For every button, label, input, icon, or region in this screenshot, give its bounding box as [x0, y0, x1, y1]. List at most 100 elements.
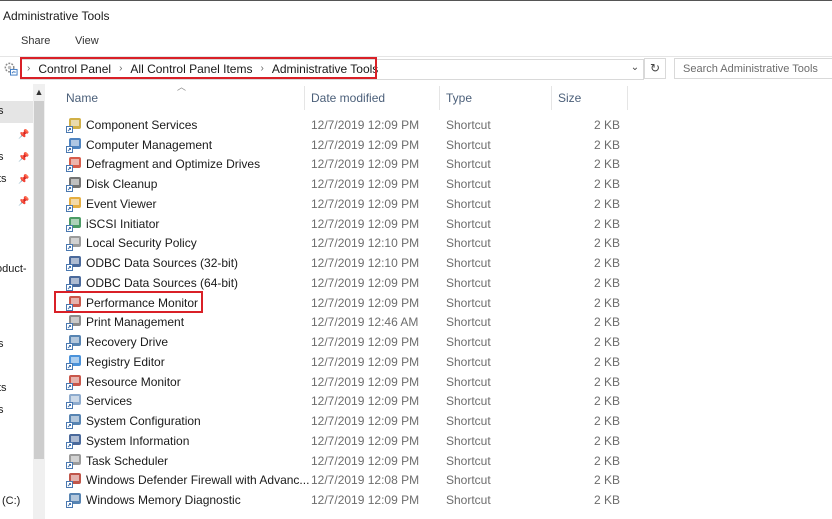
file-date-modified: 12/7/2019 12:09 PM [311, 157, 420, 172]
scroll-thumb[interactable] [34, 101, 44, 459]
breadcrumb-separator-icon[interactable]: › [260, 63, 263, 74]
file-name[interactable]: ODBC Data Sources (64-bit) [86, 276, 326, 290]
file-name[interactable]: Windows Memory Diagnostic [86, 493, 326, 507]
column-header-date-modified[interactable]: Date modified [311, 86, 385, 110]
nav-item[interactable]: s [0, 338, 4, 350]
file-row[interactable]: ODBC Data Sources (32-bit) 12/7/2019 12:1… [62, 253, 632, 273]
file-row[interactable]: Recovery Drive 12/7/2019 12:09 PM Shortcut… [62, 332, 632, 352]
file-type: Shortcut [446, 394, 491, 409]
file-size: 2 KB [593, 453, 620, 468]
ribbon: Share View [0, 33, 832, 53]
file-row[interactable]: Services 12/7/2019 12:09 PM Shortcut 2 KB [62, 392, 632, 412]
file-size: 2 KB [593, 394, 620, 409]
breadcrumb-all-control-panel-items[interactable]: All Control Panel Items [130, 62, 252, 76]
file-row[interactable]: Registry Editor 12/7/2019 12:09 PM Shortcu… [62, 352, 632, 372]
file-type: Shortcut [446, 137, 491, 152]
file-size: 2 KB [593, 275, 620, 290]
file-name[interactable]: Performance Monitor [86, 296, 326, 310]
file-date-modified: 12/7/2019 12:46 AM [311, 315, 419, 330]
file-size: 2 KB [593, 335, 620, 350]
file-row[interactable]: iSCSI Initiator 12/7/2019 12:09 PM Shortcu… [62, 214, 632, 234]
pin-icon: 📌 [18, 129, 30, 139]
component-services-icon [66, 117, 82, 133]
breadcrumb-separator-icon[interactable]: › [119, 63, 122, 74]
file-name[interactable]: Resource Monitor [86, 375, 326, 389]
file-name[interactable]: Windows Defender Firewall with Advanc... [86, 473, 326, 487]
file-name[interactable]: Disk Cleanup [86, 177, 326, 191]
window-title: Administrative Tools [3, 9, 110, 23]
pin-icon: 📌 [18, 152, 30, 162]
file-row[interactable]: System Information 12/7/2019 12:09 PM Shor… [62, 431, 632, 451]
file-name[interactable]: Task Scheduler [86, 454, 326, 468]
column-divider[interactable] [439, 86, 440, 110]
ribbon-tab-view[interactable]: View [75, 35, 99, 47]
file-type: Shortcut [446, 315, 491, 330]
file-row[interactable]: Disk Cleanup 12/7/2019 12:09 PM Shortcut 2 … [62, 174, 632, 194]
column-header-size[interactable]: Size [558, 86, 581, 110]
file-name[interactable]: Event Viewer [86, 197, 326, 211]
nav-item[interactable]: s [0, 151, 4, 163]
file-type: Shortcut [446, 473, 491, 488]
refresh-icon[interactable]: ↻ [644, 58, 666, 79]
nav-scrollbar[interactable]: ▲ [33, 84, 45, 519]
file-row[interactable]: Defragment and Optimize Drives 12/7/2019 … [62, 155, 632, 175]
file-name[interactable]: Recovery Drive [86, 335, 326, 349]
nav-item[interactable]: s [0, 404, 4, 416]
sort-ascending-icon: ︿ [177, 82, 187, 92]
nav-item[interactable]: ts [0, 382, 7, 394]
file-name[interactable]: Services [86, 394, 326, 408]
file-date-modified: 12/7/2019 12:09 PM [311, 354, 420, 369]
file-name[interactable]: Defragment and Optimize Drives [86, 157, 326, 171]
column-divider[interactable] [551, 86, 552, 110]
resource-monitor-icon [66, 374, 82, 390]
defragment-icon [66, 156, 82, 173]
file-size: 2 KB [593, 414, 620, 429]
file-row[interactable]: Component Services 12/7/2019 12:09 PM Shor… [62, 115, 632, 135]
file-name[interactable]: Component Services [86, 118, 326, 132]
nav-selected-item[interactable] [0, 101, 33, 123]
file-name[interactable]: Local Security Policy [86, 236, 326, 250]
file-row[interactable]: Local Security Policy 12/7/2019 12:10 PM S… [62, 234, 632, 254]
column-header-name[interactable]: Name [66, 86, 98, 110]
file-row[interactable]: Print Management 12/7/2019 12:46 AM Shortc… [62, 313, 632, 333]
file-row[interactable]: Computer Management 12/7/2019 12:09 PM Sho… [62, 135, 632, 155]
file-type: Shortcut [446, 453, 491, 468]
nav-item-drive-c[interactable]: (C:) [2, 495, 20, 507]
file-row[interactable]: Task Scheduler 12/7/2019 12:09 PM Shortcut… [62, 451, 632, 471]
file-size: 2 KB [593, 137, 620, 152]
file-date-modified: 12/7/2019 12:10 PM [311, 256, 420, 271]
file-name[interactable]: ODBC Data Sources (32-bit) [86, 256, 326, 270]
file-row[interactable]: System Configuration 12/7/2019 12:09 PM Sh… [62, 411, 632, 431]
ribbon-tab-share[interactable]: Share [21, 35, 50, 47]
file-name[interactable]: System Configuration [86, 414, 326, 428]
nav-item[interactable]: oduct- [0, 263, 27, 275]
nav-item[interactable]: s [0, 105, 4, 117]
file-row[interactable]: Resource Monitor 12/7/2019 12:09 PM Shortc… [62, 372, 632, 392]
disk-cleanup-icon [66, 176, 82, 193]
scroll-up-icon[interactable]: ▲ [33, 86, 45, 98]
column-divider[interactable] [304, 86, 305, 110]
breadcrumb-control-panel[interactable]: Control Panel [38, 62, 111, 76]
nav-item[interactable]: ts [0, 173, 7, 185]
address-history-dropdown-icon[interactable]: ⌄ [628, 61, 642, 75]
file-size: 2 KB [593, 374, 620, 389]
breadcrumb-administrative-tools[interactable]: Administrative Tools [272, 62, 379, 76]
file-row[interactable]: Event Viewer 12/7/2019 12:09 PM Shortcut 2 … [62, 194, 632, 214]
file-name[interactable]: Registry Editor [86, 355, 326, 369]
file-size: 2 KB [593, 177, 620, 192]
file-type: Shortcut [446, 433, 491, 448]
column-header-type[interactable]: Type [446, 86, 472, 110]
file-name[interactable]: iSCSI Initiator [86, 217, 326, 231]
column-divider[interactable] [627, 86, 628, 110]
file-row[interactable]: ODBC Data Sources (64-bit) 12/7/2019 12:0… [62, 273, 632, 293]
search-input[interactable] [675, 59, 832, 78]
file-row[interactable]: Windows Memory Diagnostic 12/7/2019 12:09… [62, 490, 632, 510]
file-size: 2 KB [593, 216, 620, 231]
file-row[interactable]: Performance Monitor 12/7/2019 12:09 PM Sho… [62, 293, 632, 313]
file-date-modified: 12/7/2019 12:09 PM [311, 196, 420, 211]
file-row[interactable]: Windows Defender Firewall with Advanc...… [62, 471, 632, 491]
file-name[interactable]: System Information [86, 434, 326, 448]
file-name[interactable]: Print Management [86, 315, 326, 329]
file-name[interactable]: Computer Management [86, 138, 326, 152]
navigation-pane: s 📌 s 📌 ts 📌 📌 oduct- s ts s (C:) [0, 84, 33, 519]
